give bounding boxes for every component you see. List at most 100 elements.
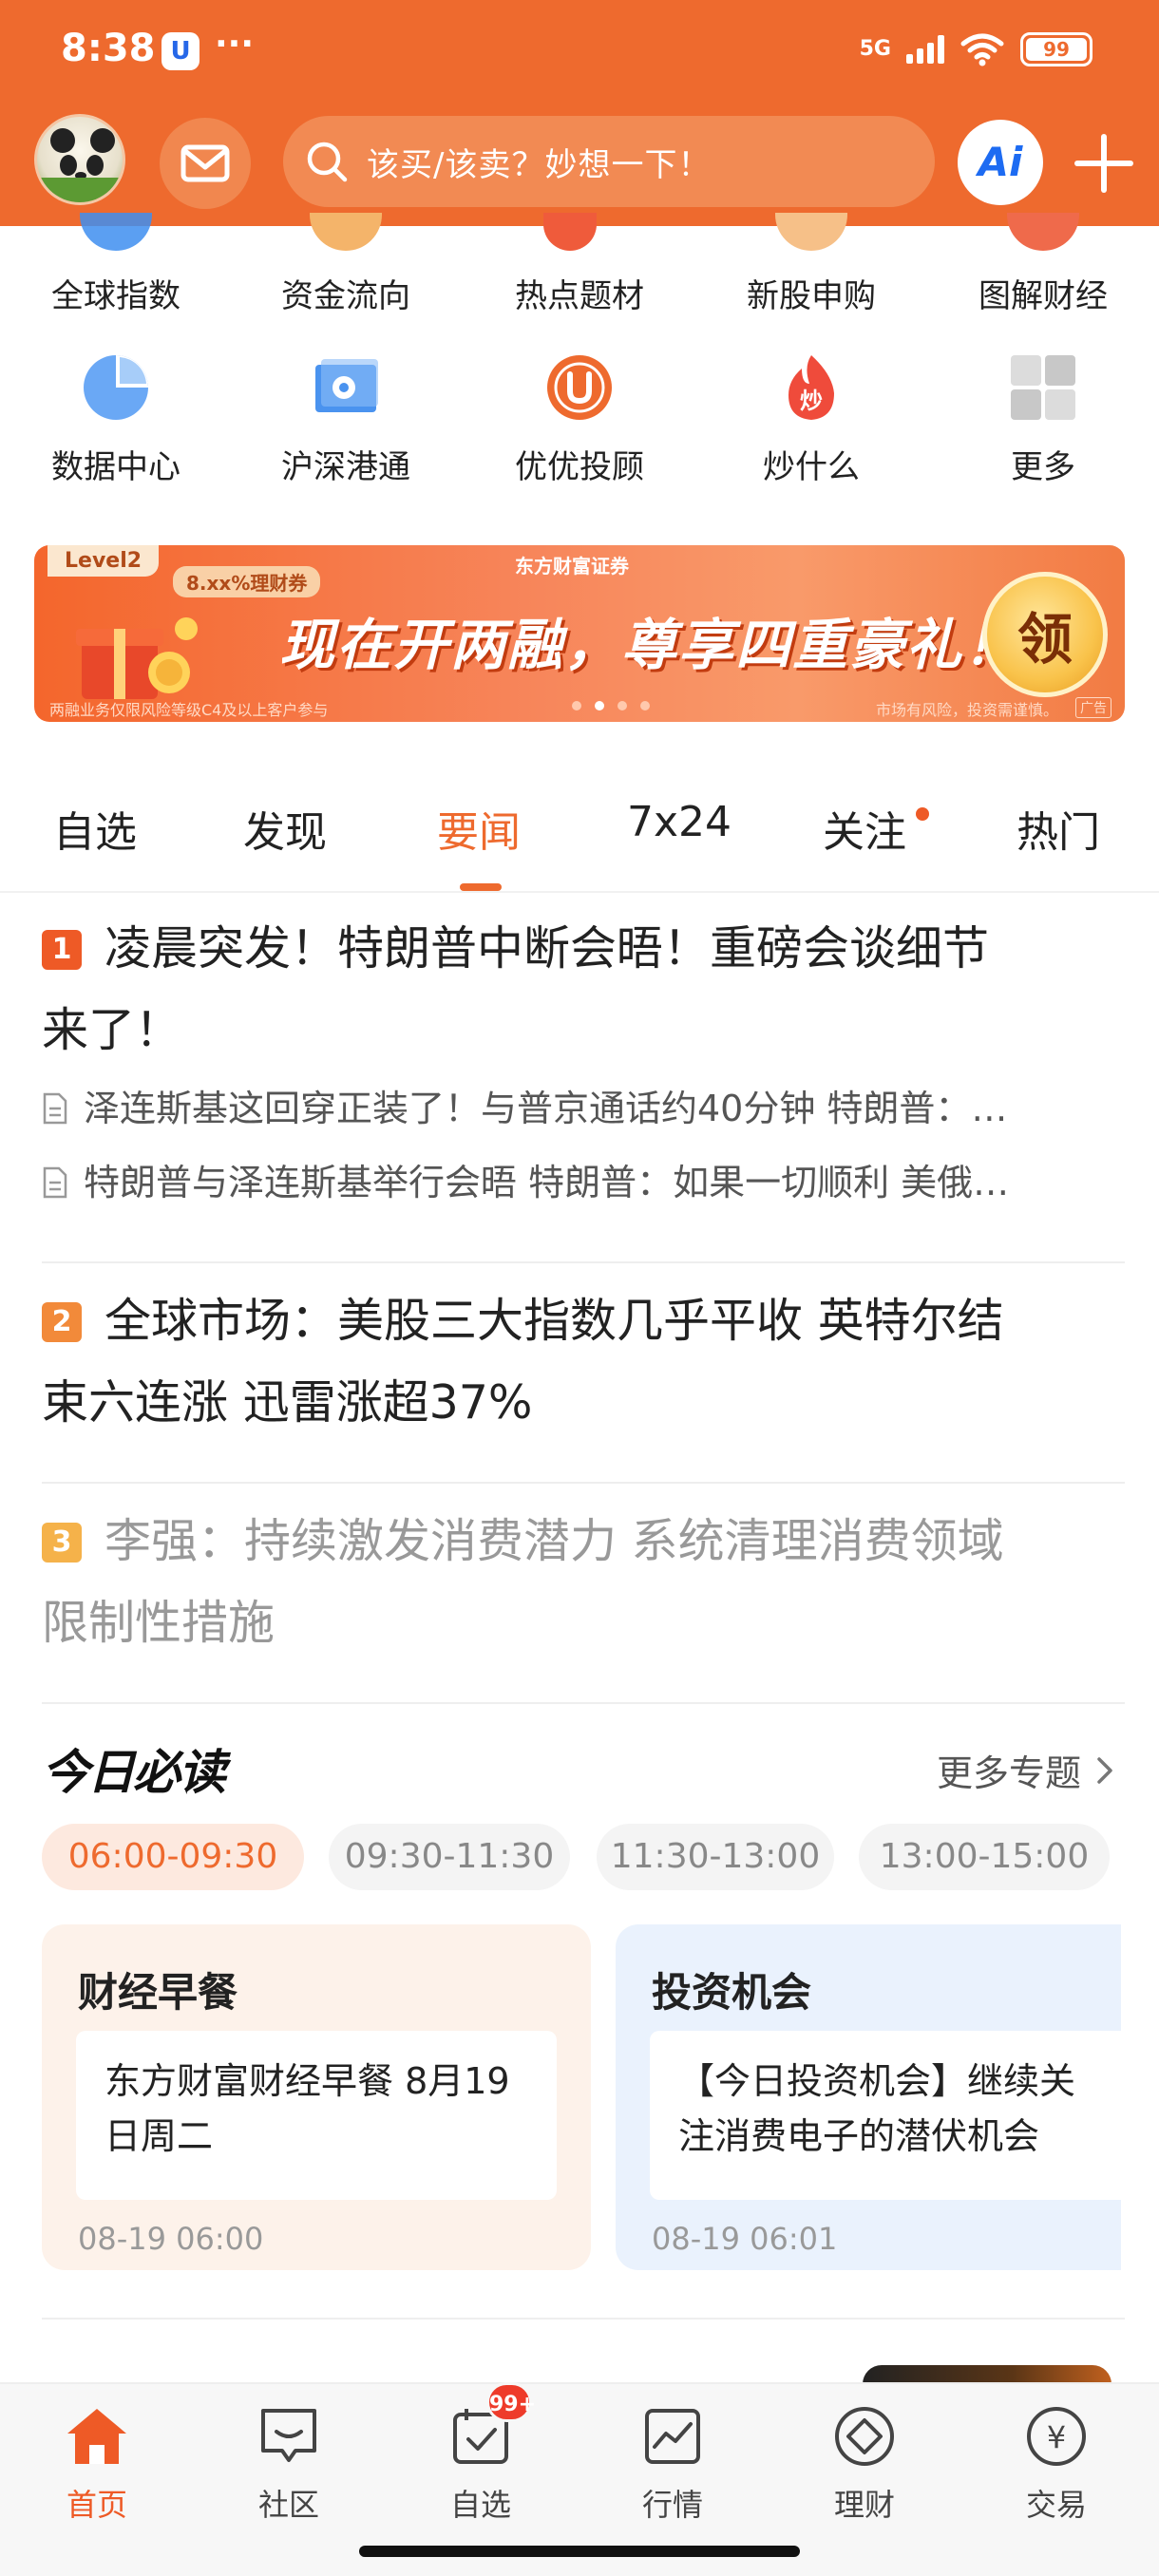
grid-item-global-index[interactable]: 全球指数 bbox=[11, 213, 220, 316]
banner-receive-button[interactable]: 领 bbox=[982, 572, 1108, 697]
ai-assistant-button[interactable]: Ai bbox=[958, 120, 1043, 205]
message-button[interactable] bbox=[160, 118, 251, 209]
grid-item-fund-flow[interactable]: 资金流向 bbox=[241, 213, 450, 316]
news-item-1[interactable]: 1 凌晨突发！特朗普中断会晤！重磅会谈细节 来了！ 泽连斯基这回穿正装了！与普京通… bbox=[42, 908, 1125, 1220]
tab-watchlist[interactable]: 自选 bbox=[53, 798, 137, 859]
card-summary-line: 【今日投资机会】继续关 bbox=[678, 2060, 1076, 2102]
watchlist-badge: 99+ bbox=[486, 2382, 536, 2422]
related-news-item[interactable]: 特朗普与泽连斯基举行会晤 特朗普：如果一切顺利 美俄… bbox=[42, 1146, 1125, 1220]
divider bbox=[42, 1482, 1125, 1484]
uu-advisor-icon bbox=[547, 355, 612, 420]
battery-icon: 99 bbox=[1020, 32, 1092, 66]
next-feed-item-peek bbox=[42, 2356, 821, 2382]
related-news-text: 特朗普与泽连斯基举行会晤 特朗普：如果一切顺利 美俄… bbox=[84, 1162, 1010, 1203]
grid-item-data-center[interactable]: 数据中心 bbox=[11, 351, 220, 487]
network-type-label: 5G bbox=[859, 37, 891, 61]
document-icon bbox=[43, 1092, 67, 1125]
nav-label: 行情 bbox=[641, 2487, 703, 2523]
news-headline: 2 全球市场：美股三大指数几乎平收 英特尔结 束六连涨 迅雷涨超37% bbox=[42, 1280, 1125, 1444]
coin-icon bbox=[310, 213, 382, 251]
card-title: 财经早餐 bbox=[78, 1969, 238, 2016]
card-finance-breakfast[interactable]: 财经早餐 东方财富财经早餐 8月19 日周二 08-19 06:00 bbox=[42, 1924, 591, 2270]
news-item-3[interactable]: 3 李强：持续激发消费潜力 系统清理消费领域 限制性措施 bbox=[42, 1501, 1125, 1664]
nav-market[interactable]: 行情 bbox=[597, 2403, 749, 2525]
rank-badge: 3 bbox=[42, 1523, 82, 1563]
banner-brand: 东方财富证券 bbox=[515, 555, 629, 578]
more-topics-link[interactable]: 更多专题 bbox=[937, 1744, 1115, 1796]
nav-community[interactable]: 社区 bbox=[213, 2403, 365, 2525]
grid-item-hot-topics[interactable]: 热点题材 bbox=[475, 213, 684, 316]
search-placeholder: 该买/该卖？妙想一下！ bbox=[367, 145, 712, 184]
banner-pagination bbox=[572, 701, 650, 710]
market-icon bbox=[645, 2409, 700, 2464]
news-title-line: 李强：持续激发消费潜力 系统清理消费领域 bbox=[104, 1514, 1004, 1568]
promo-banner[interactable]: Level2 8.xx%理财券 东方财富证券 现在开两融，尊享四重豪礼！ 领 两… bbox=[34, 545, 1125, 722]
grid-item-uu-advisor[interactable]: 优优投顾 bbox=[475, 351, 684, 487]
tab-headlines[interactable]: 要闻 bbox=[437, 798, 521, 859]
grid-item-label: 数据中心 bbox=[51, 448, 180, 486]
time-chip-1300-1500[interactable]: 13:00-15:00 bbox=[859, 1824, 1110, 1890]
user-avatar[interactable] bbox=[34, 114, 125, 205]
nav-wealth[interactable]: 理财 bbox=[788, 2403, 940, 2525]
banner-headline: 现在开两融，尊享四重豪礼！ bbox=[279, 613, 1021, 677]
time-chip-1130-1300[interactable]: 11:30-13:00 bbox=[597, 1824, 834, 1890]
quick-grid-row-1: 全球指数 资金流向 热点题材 新股申购 图解财经 bbox=[0, 213, 1159, 331]
news-item-2[interactable]: 2 全球市场：美股三大指数几乎平收 英特尔结 束六连涨 迅雷涨超37% bbox=[42, 1280, 1125, 1444]
card-investment-opportunity[interactable]: 投资机会 【今日投资机会】继续关 注消费电子的潜伏机会 08-19 06:01 bbox=[616, 1924, 1121, 2270]
tab-7x24[interactable]: 7x24 bbox=[627, 798, 732, 846]
time-chip-0600-0930[interactable]: 06:00-09:30 bbox=[42, 1824, 304, 1890]
signal-bars-icon bbox=[906, 35, 944, 64]
nav-home[interactable]: 首页 bbox=[21, 2403, 173, 2525]
new-stock-icon bbox=[775, 213, 847, 251]
status-bar: 8:38 U ··· 5G 99 bbox=[0, 0, 1159, 104]
grid-item-ipo-subscription[interactable]: 新股申购 bbox=[707, 213, 916, 316]
tab-discover[interactable]: 发现 bbox=[243, 798, 327, 859]
globe-icon bbox=[80, 213, 152, 251]
grid-item-finance-graphics[interactable]: 图解财经 bbox=[939, 213, 1148, 316]
svg-text:¥: ¥ bbox=[1047, 2419, 1066, 2455]
next-feed-thumbnail bbox=[863, 2365, 1112, 2384]
add-plus-icon[interactable] bbox=[1066, 125, 1142, 201]
rank-badge: 1 bbox=[42, 930, 82, 970]
news-tabs: 自选 发现 要闻 7x24 关注 热门 bbox=[0, 798, 1159, 893]
section-title-must-read: 今日必读 bbox=[42, 1745, 226, 1800]
grid-item-label: 新股申购 bbox=[747, 277, 876, 315]
card-summary-line: 东方财富财经早餐 8月19 bbox=[104, 2060, 510, 2102]
nav-label: 交易 bbox=[1025, 2487, 1087, 2523]
more-topics-label: 更多专题 bbox=[936, 1752, 1081, 1794]
nav-watchlist[interactable]: 自选 bbox=[405, 2403, 557, 2525]
card-timestamp: 08-19 06:01 bbox=[652, 2221, 838, 2257]
grid-item-stock-connect[interactable]: 沪深港通 bbox=[241, 351, 450, 487]
fire-chao-icon: 炒 bbox=[788, 355, 834, 420]
tab-hot[interactable]: 热门 bbox=[1016, 798, 1100, 859]
fire-icon bbox=[543, 213, 597, 251]
card-summary: 东方财富财经早餐 8月19 日周二 bbox=[76, 2031, 557, 2200]
search-bar[interactable]: 该买/该卖？妙想一下！ bbox=[283, 116, 935, 207]
status-indicators: 5G 99 bbox=[860, 32, 1092, 66]
grid-item-what-to-trade[interactable]: 炒 炒什么 bbox=[707, 351, 916, 487]
related-news-item[interactable]: 泽连斯基这回穿正装了！与普京通话约40分钟 特朗普：… bbox=[42, 1071, 1125, 1146]
app-shield-icon: U bbox=[162, 32, 200, 70]
news-headline: 3 李强：持续激发消费潜力 系统清理消费领域 限制性措施 bbox=[42, 1501, 1125, 1664]
wifi-icon bbox=[960, 33, 1004, 66]
time-chip-0930-1130[interactable]: 09:30-11:30 bbox=[329, 1824, 570, 1890]
banner-coupon-tag: 8.xx%理财券 bbox=[173, 566, 321, 597]
divider bbox=[42, 2318, 1125, 2320]
hk-connect-icon bbox=[315, 359, 378, 412]
nav-label: 首页 bbox=[66, 2487, 127, 2523]
chevron-right-icon bbox=[1097, 1756, 1112, 1784]
grid-item-label: 沪深港通 bbox=[281, 448, 410, 486]
search-icon bbox=[307, 142, 348, 182]
chart-icon bbox=[1007, 213, 1079, 251]
grid-item-label: 资金流向 bbox=[281, 277, 410, 315]
grid-item-label: 图解财经 bbox=[978, 277, 1108, 315]
tab-following[interactable]: 关注 bbox=[823, 798, 906, 859]
nav-trade[interactable]: ¥ 交易 bbox=[980, 2403, 1132, 2525]
rank-badge: 2 bbox=[42, 1302, 82, 1342]
card-summary: 【今日投资机会】继续关 注消费电子的潜伏机会 bbox=[650, 2031, 1121, 2200]
grid-item-more[interactable]: 更多 bbox=[939, 351, 1148, 487]
mail-icon bbox=[180, 144, 230, 182]
status-time: 8:38 bbox=[61, 27, 156, 70]
document-icon bbox=[43, 1166, 67, 1199]
community-icon bbox=[261, 2409, 316, 2462]
